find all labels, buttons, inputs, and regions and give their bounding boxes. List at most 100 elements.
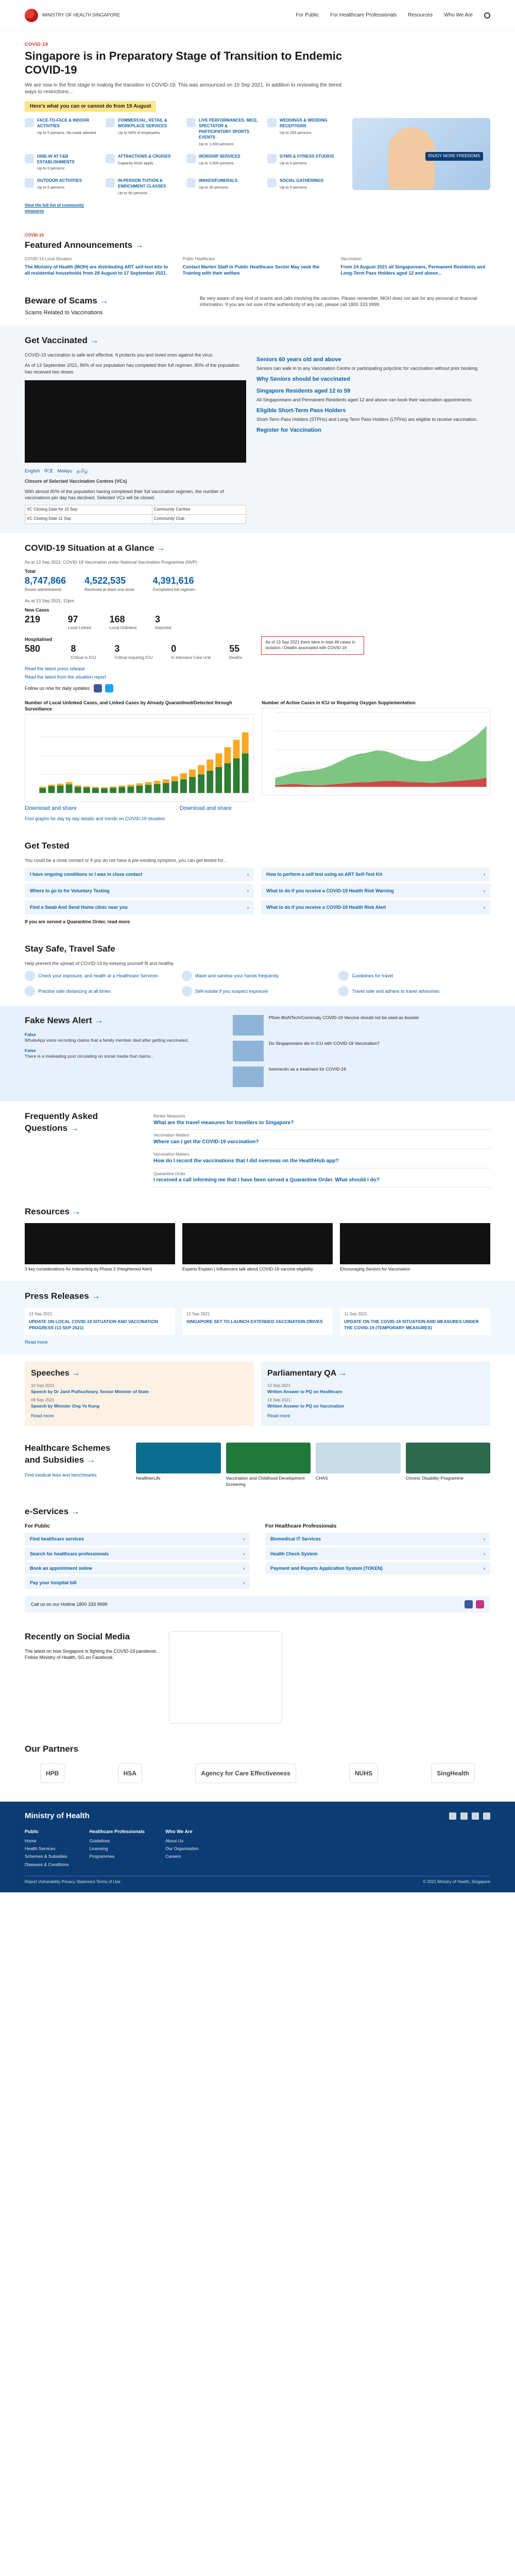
footer-link[interactable]: Programmes [90, 1854, 145, 1859]
measure-card[interactable]: OUTDOOR ACTIVITIES Up to 5 persons [25, 178, 99, 196]
footer-link[interactable]: Home [25, 1838, 69, 1844]
scheme-card[interactable]: Chronic Disability Programme [405, 1443, 490, 1487]
footer-link[interactable]: Diseases & Conditions [25, 1862, 69, 1868]
footer-link[interactable]: Guidelines [90, 1838, 145, 1844]
social-embed[interactable] [169, 1631, 282, 1724]
eservice-item[interactable]: Book an appointment online › [25, 1562, 250, 1574]
footer-link[interactable]: Health Services [25, 1846, 69, 1852]
announcement-item[interactable]: COVID-19 Local Situation The Ministry of … [25, 257, 175, 277]
measure-card[interactable]: ATTRACTIONS & CRUISES Capacity limits app… [106, 154, 180, 172]
measure-card[interactable]: COMMERCIAL, RETAIL & WORKPLACE SERVICES U… [106, 118, 180, 146]
faq-item[interactable]: Border Measures What are the travel measu… [153, 1111, 490, 1130]
resource-item[interactable]: 3 key considerations for Interacting by … [25, 1223, 175, 1272]
fake-news-item[interactable]: False WhatsApp voice recording claims tha… [25, 1032, 220, 1044]
eservice-item[interactable]: Payment and Reports Application System (… [265, 1562, 490, 1574]
arrow-right-icon[interactable]: → [72, 1207, 81, 1216]
measure-card[interactable]: FACE-TO-FACE & INDOOR ACTIVITIES Up to 5 … [25, 118, 99, 146]
scheme-card[interactable]: Vaccination and Childhood Development Sc… [226, 1443, 311, 1487]
measure-card[interactable]: DINE-IN AT F&B ESTABLISHMENTS Up to 5 per… [25, 154, 99, 172]
lang-malay[interactable]: Melayu [58, 468, 73, 474]
footer-legal-links[interactable]: Report Vulnerability Privacy Statement T… [25, 1879, 121, 1885]
youtube-icon[interactable] [483, 1812, 490, 1820]
eservice-item[interactable]: Biomedical IT Services › [265, 1533, 490, 1546]
partner-logo[interactable]: HSA [117, 1763, 142, 1784]
facebook-icon[interactable] [449, 1812, 456, 1820]
eservice-item[interactable]: Find healthcare services › [25, 1533, 250, 1546]
fake-related-item[interactable]: Ivermectin as a treatment for COVID-19 [233, 1066, 490, 1087]
partner-logo[interactable]: NUHS [349, 1763, 378, 1784]
stay-item[interactable]: Wash and sanitise your hands frequently [181, 970, 334, 981]
test-option[interactable]: I have ongoing conditions or I was in cl… [25, 868, 254, 882]
announcement-item[interactable]: Vaccination From 24 August 2021 all Singa… [340, 257, 490, 277]
find-graphs-link[interactable]: Find graphs for day by day details and t… [25, 816, 490, 822]
eservice-item[interactable]: Pay your hospital bill › [25, 1576, 250, 1589]
facebook-icon[interactable] [465, 1600, 473, 1609]
instagram-icon[interactable] [476, 1600, 484, 1609]
pq-read-more[interactable]: Read more [267, 1413, 290, 1418]
arrow-right-icon[interactable]: → [94, 1015, 103, 1025]
measure-card[interactable]: SOCIAL GATHERINGS Up to 5 persons [267, 178, 342, 196]
measure-card[interactable]: WORSHIP SERVICES Up to 1,000 persons [186, 154, 261, 172]
press-item[interactable]: 13 Sep 2021 UPDATE ON LOCAL COVID-19 SITU… [25, 1308, 175, 1335]
test-option[interactable]: What to do if you receive a COVID-19 Hea… [261, 884, 490, 898]
stay-item[interactable]: Travel safe and adhere to travel advisor… [338, 986, 490, 996]
footer-link[interactable]: Schemes & Subsidies [25, 1854, 69, 1859]
resource-item[interactable]: Encouraging Seniors for Vaccination [340, 1223, 490, 1272]
arrow-right-icon[interactable]: → [72, 1369, 80, 1378]
scheme-card[interactable]: CHAS [316, 1443, 401, 1487]
announcement-item[interactable]: Public Healthcare Contact Marten Staff in… [183, 257, 333, 277]
speech-item[interactable]: 10 Sep 2021 Speech by Dr Janil Puthuchear… [31, 1383, 248, 1395]
vac-heading[interactable]: Why Seniors should be vaccinated [256, 376, 490, 383]
test-option[interactable]: Find a Swab And Send Home clinic near yo… [25, 901, 254, 914]
situation-report-link[interactable]: Read the latest from the situation repor… [25, 674, 490, 680]
nav-resources[interactable]: Resources [408, 12, 433, 19]
partner-logo[interactable]: SingHealth [431, 1763, 475, 1784]
nav-who-we-are[interactable]: Who We Are [444, 12, 473, 19]
measure-card[interactable]: IN-PERSON TUITION & ENRICHMENT CLASSES Up… [106, 178, 180, 196]
lang-chinese[interactable]: 中文 [44, 468, 54, 474]
test-option[interactable]: What to do if you receive a COVID-19 Hea… [261, 901, 490, 914]
footer-link[interactable]: About Us [165, 1838, 199, 1844]
press-item[interactable]: 12 Sep 2021 SINGAPORE SET TO LAUNCH EXTEN… [182, 1308, 333, 1335]
arrow-right-icon[interactable]: → [71, 1506, 80, 1516]
search-icon[interactable] [484, 12, 490, 19]
instagram-icon[interactable] [472, 1812, 479, 1820]
arrow-right-icon[interactable]: → [92, 1291, 100, 1301]
faq-item[interactable]: Vaccination Matters How do I record the v… [153, 1149, 490, 1168]
eservice-item[interactable]: Health Check System › [265, 1547, 490, 1560]
arrow-right-icon[interactable]: → [157, 543, 165, 553]
speech-item[interactable]: 09 Sep 2021 Speech by Minister Ong Ye Kun… [31, 1398, 248, 1409]
full-list-link[interactable]: View the full list of community measures [25, 203, 99, 215]
press-read-more[interactable]: Read more [25, 1339, 490, 1345]
stay-item[interactable]: Check your exposure, and health at a Hea… [25, 970, 177, 981]
measure-card[interactable]: WEDDINGS & WEDDING RECEPTIONS Up to 250 p… [267, 118, 342, 146]
footer-link[interactable]: Licensing [90, 1846, 145, 1852]
pq-item[interactable]: 13 Sep 2021 Written Answer to PQ on Vacci… [267, 1398, 484, 1409]
partner-logo[interactable]: HPB [40, 1763, 65, 1784]
partner-logo[interactable]: Agency for Care Effectiveness [195, 1763, 296, 1784]
vac-heading[interactable]: Singapore Residents aged 12 to 59 [256, 387, 490, 395]
faq-item[interactable]: Vaccination Matters Where can I get the C… [153, 1130, 490, 1149]
scheme-card[interactable]: HealthierLife [136, 1443, 221, 1487]
speeches-read-more[interactable]: Read more [31, 1413, 54, 1418]
footer-link[interactable]: Our Organisation [165, 1846, 199, 1852]
test-option[interactable]: How to perform a self test using an ART … [261, 868, 490, 882]
vac-heading[interactable]: Eligible Short-Term Pass Holders [256, 407, 490, 415]
download-share-link[interactable]: Download and share [180, 805, 232, 812]
moh-logo[interactable]: MINISTRY OF HEALTH SINGAPORE [25, 8, 120, 22]
twitter-icon[interactable] [105, 684, 114, 692]
stay-item[interactable]: Self-isolate if you suspect exposure [181, 986, 334, 996]
nav-healthcare-professionals[interactable]: For Healthcare Professionals [330, 12, 397, 19]
arrow-right-icon[interactable]: → [338, 1369, 347, 1378]
lang-tamil[interactable]: தமிழ் [77, 468, 88, 474]
twitter-icon[interactable] [460, 1812, 468, 1820]
medical-fees-link[interactable]: Find medical fees and benchmarks [25, 1472, 97, 1478]
register-link[interactable]: Register for Vaccination [256, 427, 490, 434]
fake-related-item[interactable]: Pfizer-BioNTech/Comirnaty COVID-19 Vacci… [233, 1014, 490, 1036]
arrow-right-icon[interactable]: → [90, 335, 99, 345]
stay-item[interactable]: Guidelines for travel [338, 970, 490, 981]
stay-item[interactable]: Practise safe distancing at all times [25, 986, 177, 996]
fake-news-item[interactable]: False There is a misleading post circulat… [25, 1048, 220, 1060]
eservice-item[interactable]: Search for healthcare professionals › [25, 1547, 250, 1560]
quarantine-link[interactable]: If you are served a Quarantine Order, re… [25, 919, 490, 925]
